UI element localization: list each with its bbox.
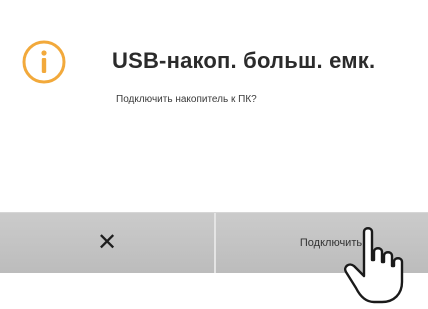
- info-icon: [22, 40, 66, 84]
- screen: USB-накоп. больш. емк. Подключить накопи…: [0, 0, 428, 309]
- dialog-title: USB-накоп. больш. емк.: [112, 48, 376, 73]
- hand-pointer-icon: [344, 227, 404, 304]
- close-icon: ✕: [96, 229, 118, 256]
- dialog-message: Подключить накопитель к ПК?: [116, 94, 257, 105]
- cancel-button[interactable]: ✕: [0, 213, 214, 273]
